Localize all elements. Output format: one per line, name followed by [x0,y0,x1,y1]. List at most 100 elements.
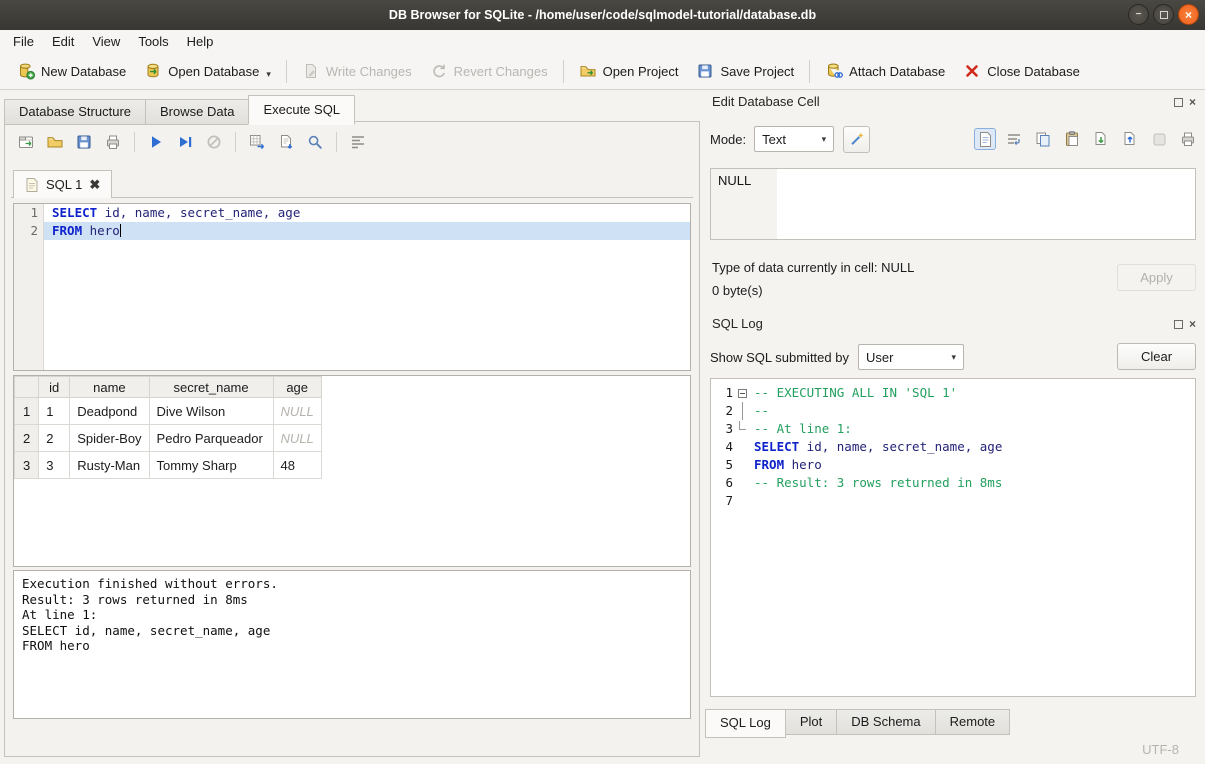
text-mode-button[interactable] [975,129,995,149]
cell-name[interactable]: Rusty-Man [70,452,149,479]
column-header-id[interactable]: id [39,377,70,398]
write-changes-button: Write Changes [293,57,421,85]
copy-cell-button[interactable] [1033,129,1053,149]
cell-id[interactable]: 3 [39,452,70,479]
stop-execution-button [201,129,227,155]
open-sql-file-button[interactable] [42,129,68,155]
close-button[interactable]: × [1178,4,1199,25]
cell-secret-name[interactable]: Pedro Parqueador [149,425,273,452]
cell-editor[interactable]: NULL [710,168,1196,240]
sql-tab-label: SQL 1 [46,177,82,192]
format-sql-icon [349,133,367,151]
encoding-indicator[interactable]: UTF-8 [1142,742,1179,757]
log-line-number: 2 [711,402,733,420]
tab-sql-log[interactable]: SQL Log [705,709,786,738]
undock-icon[interactable] [1174,98,1183,107]
edit-cell-title: Edit Database Cell [712,94,820,109]
cell-secret-name[interactable]: Tommy Sharp [149,452,273,479]
close-panel-icon[interactable]: × [1189,318,1196,330]
column-header-secret-name[interactable]: secret_name [149,377,273,398]
fold-collapse-icon[interactable] [738,389,747,398]
cell-id[interactable]: 2 [39,425,70,452]
close-database-icon [963,62,981,80]
open-database-icon [144,62,162,80]
export-icon [1121,130,1139,148]
new-database-button[interactable]: New Database [8,57,135,85]
open-project-button[interactable]: Open Project [570,57,688,85]
save-results-button[interactable] [273,129,299,155]
menu-view[interactable]: View [83,31,129,52]
save-project-button[interactable]: Save Project [687,57,803,85]
line-number: 2 [14,222,44,240]
sql-editor[interactable]: 1 SELECT id, name, secret_name, age 2 FR… [13,203,691,371]
log-line-number: 7 [711,492,733,510]
sql-tab-close-icon[interactable]: ✖ [89,177,100,193]
cell-age[interactable]: NULL [273,398,321,425]
cell-age[interactable]: NULL [273,425,321,452]
results-grid[interactable]: id name secret_name age 1 1 Deadpond Div… [13,375,691,567]
open-database-label: Open Database [168,64,259,79]
revert-changes-icon [430,62,448,80]
auto-detect-mode-button[interactable] [843,126,870,153]
sql-log-view[interactable]: 1 -- EXECUTING ALL IN 'SQL 1' 2 -- 3 -- … [710,378,1196,697]
print-sql-button[interactable] [100,129,126,155]
format-sql-button[interactable] [345,129,371,155]
tab-plot[interactable]: Plot [785,709,837,735]
cell-size-info: 0 byte(s) [712,283,763,298]
cell-id[interactable]: 1 [39,398,70,425]
tab-browse-data[interactable]: Browse Data [145,99,249,125]
maximize-button[interactable] [1153,4,1174,25]
column-header-name[interactable]: name [70,377,149,398]
save-project-icon [696,62,714,80]
log-line-number: 4 [711,438,733,456]
menu-edit[interactable]: Edit [43,31,83,52]
chevron-down-icon[interactable]: ▾ [266,69,271,80]
main-toolbar: New Database Open Database ▾ Write Chang… [0,53,1205,90]
clear-log-button[interactable]: Clear [1117,343,1196,370]
dock-tab-bar: SQL Log Plot DB Schema Remote [706,709,1010,738]
tab-remote[interactable]: Remote [935,709,1011,735]
paste-cell-button[interactable] [1062,129,1082,149]
import-cell-data-button[interactable] [1091,129,1111,149]
stop-icon [205,133,223,151]
close-database-button[interactable]: Close Database [954,57,1089,85]
word-wrap-button[interactable] [1004,129,1024,149]
new-database-icon [17,62,35,80]
column-header-age[interactable]: age [273,377,321,398]
fold-column [733,456,751,474]
sql-tab[interactable]: SQL 1 ✖ [13,170,112,198]
cell-secret-name[interactable]: Dive Wilson [149,398,273,425]
submitted-by-select[interactable]: User ▾ [858,344,964,370]
cell-name[interactable]: Spider-Boy [70,425,149,452]
save-sql-file-button[interactable] [71,129,97,155]
menu-tools[interactable]: Tools [129,31,177,52]
menu-help[interactable]: Help [178,31,223,52]
log-line-number: 6 [711,474,733,492]
log-code: -- Result: 3 rows returned in 8ms [751,474,1195,492]
save-results-icon [277,133,295,151]
minimize-button[interactable]: − [1128,4,1149,25]
attach-database-button[interactable]: Attach Database [816,57,954,85]
cell-age[interactable]: 48 [273,452,321,479]
execute-line-button[interactable] [172,129,198,155]
fold-column[interactable] [733,384,751,402]
execute-all-button[interactable] [143,129,169,155]
open-database-button[interactable]: Open Database ▾ [135,57,280,85]
find-replace-button[interactable] [302,129,328,155]
results-header-row: id name secret_name age [15,377,322,398]
cell-name[interactable]: Deadpond [70,398,149,425]
cell-value: NULL [718,173,751,188]
undock-icon[interactable] [1174,320,1183,329]
find-replace-icon [306,133,324,151]
tab-database-structure[interactable]: Database Structure [4,99,146,125]
mode-select[interactable]: Text ▾ [754,126,834,152]
export-results-button[interactable] [244,129,270,155]
fold-column [733,474,751,492]
tab-execute-sql[interactable]: Execute SQL [248,95,355,125]
menu-file[interactable]: File [4,31,43,52]
print-cell-button[interactable] [1178,129,1198,149]
tab-db-schema[interactable]: DB Schema [836,709,935,735]
open-tab-button[interactable] [13,129,39,155]
export-cell-data-button[interactable] [1120,129,1140,149]
close-panel-icon[interactable]: × [1189,96,1196,108]
